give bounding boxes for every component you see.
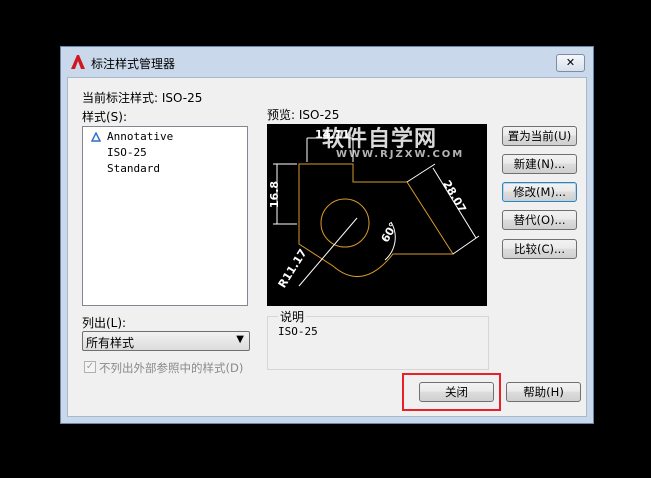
styles-list[interactable]: Annotative ISO-25 Standard [82, 126, 248, 306]
list-filter-label: 列出(L): [82, 316, 127, 330]
new-button[interactable]: 新建(N)... [502, 154, 577, 174]
modify-button[interactable]: 修改(M)... [502, 182, 577, 202]
override-button[interactable]: 替代(O)... [502, 210, 577, 230]
window-title: 标注样式管理器 [91, 57, 176, 71]
xref-checkbox-label: 不列出外部参照中的样式(D) [99, 361, 244, 375]
close-window-button[interactable]: ✕ [556, 54, 585, 72]
list-filter-value: 所有样式 [86, 336, 135, 350]
list-item[interactable]: Annotative [107, 130, 173, 143]
autocad-logo-icon [71, 55, 85, 69]
dialog-window: 标注样式管理器 ✕ 当前标注样式: ISO-25 样式(S): 预览: ISO-… [60, 46, 594, 424]
xref-checkbox[interactable]: ✓ [84, 361, 96, 373]
list-filter-select[interactable]: 所有样式 ▼ [82, 331, 250, 351]
description-label: 说明 [278, 308, 307, 325]
current-style-label: 当前标注样式: ISO-25 [82, 91, 203, 105]
list-item[interactable]: Standard [107, 162, 160, 175]
highlight-box [402, 373, 501, 411]
set-current-button[interactable]: 置为当前(U) [502, 126, 577, 146]
annotative-icon [91, 132, 101, 142]
compare-button[interactable]: 比较(C)... [502, 239, 577, 259]
chevron-down-icon: ▼ [236, 334, 244, 345]
styles-label: 样式(S): [82, 110, 128, 124]
help-button[interactable]: 帮助(H) [506, 382, 581, 402]
title-bar: 标注样式管理器 ✕ [61, 47, 593, 77]
description-group: 说明 ISO-25 [267, 308, 489, 370]
list-item[interactable]: ISO-25 [107, 146, 147, 159]
dim-left: 16.8 [268, 180, 282, 209]
watermark-url: WWW.RJZXW.COM [336, 149, 465, 160]
description-text: ISO-25 [278, 325, 318, 338]
